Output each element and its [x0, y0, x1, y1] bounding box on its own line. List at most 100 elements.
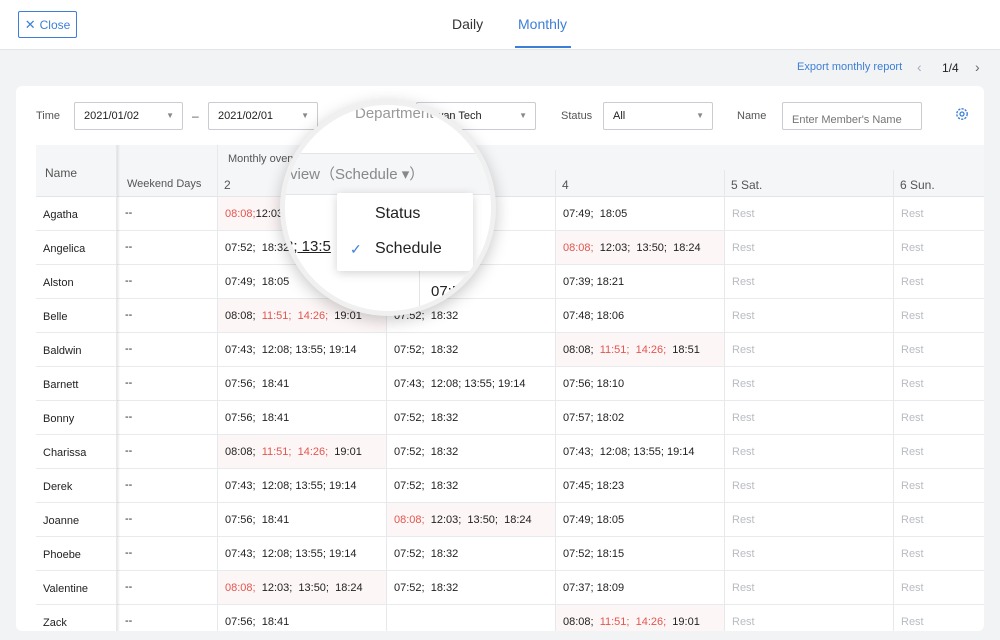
clock-times-cell[interactable]: 07:49; 18:05 [556, 197, 724, 230]
rest-day-cell[interactable]: Rest [725, 367, 893, 400]
export-monthly-report-link[interactable]: Export monthly report [797, 61, 902, 73]
clock-times-cell[interactable]: 07:56; 18:10 [556, 367, 724, 400]
table-row[interactable]: Zack -- 07:56; 18:41 08:08; 11:51; 14:26; 1… [36, 605, 984, 631]
clock-times-cell[interactable]: 07:52; 18:15 [556, 537, 724, 570]
clock-times-cell[interactable]: 07:49; 18:05 [556, 503, 724, 536]
clock-times-cell[interactable]: 08:08; 11:51; 14:26; 19:01 [556, 605, 724, 631]
clock-times-cell[interactable]: 07:52; 18:32 [387, 571, 555, 604]
rest-day-cell[interactable]: Rest [894, 367, 984, 400]
rest-day-cell[interactable]: Rest [894, 435, 984, 468]
rest-day-cell[interactable]: Rest [894, 265, 984, 298]
rest-day-cell[interactable]: Rest [894, 469, 984, 502]
rest-day-cell[interactable]: Rest [725, 265, 893, 298]
magnified-department-label: Department [355, 105, 434, 122]
clock-times-cell[interactable]: 07:52; 18:32 [387, 435, 555, 468]
rest-day-cell[interactable]: Rest [894, 537, 984, 570]
member-name: Derek [43, 481, 73, 493]
clock-time: 12:03; 13:50; 18:24 [255, 582, 363, 594]
clock-times-cell[interactable]: 07:43; 12:08; 13:55; 19:14 [218, 333, 386, 366]
member-name-input[interactable] [782, 102, 922, 130]
rest-day-cell[interactable]: Rest [894, 571, 984, 604]
magnified-row-fragment: 07:5 [431, 283, 461, 300]
clock-time: 07:52; 18:32 [394, 582, 459, 594]
clock-times-cell[interactable]: 07:52; 18:32 [387, 469, 555, 502]
clock-times-cell[interactable]: 07:45; 18:23 [556, 469, 724, 502]
rest-day-cell[interactable]: Rest [725, 537, 893, 570]
rest-day-cell[interactable]: Rest [725, 197, 893, 230]
member-name: Joanne [43, 515, 80, 527]
clock-time: 19:01 [328, 446, 362, 458]
rest-day-cell[interactable]: Rest [894, 401, 984, 434]
rest-day-cell[interactable]: Rest [725, 231, 893, 264]
overview-view-dropdown[interactable]: view（Schedule ▾） [290, 163, 424, 184]
rest-day-cell[interactable]: Rest [725, 435, 893, 468]
clock-times-cell[interactable]: 07:57; 18:02 [556, 401, 724, 434]
menu-item-label: Status [375, 205, 421, 222]
rest-day-cell[interactable]: Rest [894, 231, 984, 264]
clock-times-cell[interactable]: 07:48; 18:06 [556, 299, 724, 332]
menu-item-schedule[interactable]: ✓ Schedule [337, 232, 473, 267]
clock-time: 07:52; 18:15 [563, 548, 625, 560]
table-row[interactable]: Bonny -- 07:56; 18:41 07:52; 18:32 07:57; 18… [36, 401, 984, 435]
clock-times-cell[interactable]: 07:56; 18:41 [218, 367, 386, 400]
clock-times-cell[interactable]: 07:56; 18:41 [218, 605, 386, 631]
report-card: Time 2021/01/02 ▼ – 2021/02/01 ▼ Yiwan T… [16, 86, 984, 631]
clock-times-cell[interactable]: 07:43; 12:08; 13:55; 19:14 [387, 367, 555, 400]
rest-day-cell[interactable]: Rest [725, 299, 893, 332]
table-row[interactable]: Alston--07:49; 18:0507:52; 18:3207:39; 1… [36, 265, 984, 299]
table-row[interactable]: Angelica -- 07:52; 18:32 08:08; 12:03; 13:5… [36, 231, 984, 265]
rest-day-cell[interactable]: Rest [725, 503, 893, 536]
rest-day-cell[interactable]: Rest [894, 197, 984, 230]
chevron-right-icon[interactable]: › [975, 59, 980, 75]
clock-times-cell[interactable]: 07:43; 12:08; 13:55; 19:14 [218, 537, 386, 570]
weekend-days-value: -- [125, 547, 133, 559]
date-from-value: 2021/01/02 [84, 110, 140, 122]
clock-times-cell[interactable]: 07:56; 18:41 [218, 401, 386, 434]
table-row[interactable]: Derek -- 07:43; 12:08; 13:55; 19:14 07:52; … [36, 469, 984, 503]
rest-day-cell[interactable]: Rest [894, 605, 984, 631]
clock-times-cell[interactable]: 08:08; 12:03; 13:50; 18:24 [556, 231, 724, 264]
status-select[interactable]: All ▼ [603, 102, 713, 130]
weekend-days-value: -- [125, 309, 133, 321]
date-from-select[interactable]: 2021/01/02 ▼ [74, 102, 183, 130]
table-row[interactable]: Joanne -- 07:56; 18:41 08:08; 12:03; 13:50;… [36, 503, 984, 537]
rest-day-cell[interactable]: Rest [725, 469, 893, 502]
clock-times-cell[interactable]: 07:37; 18:09 [556, 571, 724, 604]
table-row[interactable]: Barnett -- 07:56; 18:41 07:43; 12:08; 13:55… [36, 367, 984, 401]
rest-day-cell[interactable]: Rest [725, 571, 893, 604]
rest-day-cell[interactable]: Rest [894, 299, 984, 332]
clock-times-cell[interactable]: 07:43; 12:08; 13:55; 19:14 [556, 435, 724, 468]
rest-day-cell[interactable]: Rest [894, 333, 984, 366]
clock-times-cell[interactable]: 08:08; 11:51; 14:26; 19:01 [218, 435, 386, 468]
status-label: Status [561, 110, 593, 122]
col-name-header: Name [45, 166, 78, 180]
rest-day-cell[interactable]: Rest [725, 333, 893, 366]
clock-times-cell[interactable]: 07:43; 12:08; 13:55; 19:14 [218, 469, 386, 502]
table-row[interactable]: Valentine -- 08:08; 12:03; 13:50; 18:24 07:… [36, 571, 984, 605]
clock-times-cell[interactable]: 07:52; 18:32 [387, 333, 555, 366]
clock-times-cell[interactable]: 07:52; 18:32 [387, 537, 555, 570]
chevron-left-icon[interactable]: ‹ [917, 59, 922, 75]
table-row[interactable]: Charissa -- 08:08; 11:51; 14:26; 19:01 07:5… [36, 435, 984, 469]
rest-day-cell[interactable]: Rest [894, 503, 984, 536]
tab-monthly[interactable]: Monthly [518, 16, 567, 32]
gear-icon[interactable] [954, 106, 970, 122]
table-row[interactable]: Belle -- 08:08; 11:51; 14:26; 19:01 07:52; … [36, 299, 984, 333]
clock-times-cell[interactable]: 07:39; 18:21 [556, 265, 724, 298]
rest-day-cell[interactable]: Rest [725, 605, 893, 631]
tab-daily[interactable]: Daily [452, 16, 483, 32]
member-name: Baldwin [43, 345, 82, 357]
table-row[interactable]: Phoebe -- 07:43; 12:08; 13:55; 19:14 07:52;… [36, 537, 984, 571]
clock-times-cell[interactable]: 08:08; 12:03; 13:50; 18:24 [387, 503, 555, 536]
close-button[interactable]: ✕ Close [18, 11, 77, 38]
menu-item-status[interactable]: Status [337, 197, 473, 232]
time-label: Time [36, 110, 61, 122]
table-row[interactable]: Baldwin -- 07:43; 12:08; 13:55; 19:14 07:52… [36, 333, 984, 367]
clock-times-cell[interactable]: 08:08; 12:03; 13:50; 18:24 [218, 571, 386, 604]
table-row[interactable]: Agatha--08:08;12:03;13:50;18:2407:49; 18… [36, 197, 984, 231]
clock-times-cell[interactable]: 07:56; 18:41 [218, 503, 386, 536]
clock-times-cell[interactable] [387, 605, 555, 631]
clock-times-cell[interactable]: 07:52; 18:32 [387, 401, 555, 434]
clock-times-cell[interactable]: 08:08; 11:51; 14:26; 18:51 [556, 333, 724, 366]
rest-day-cell[interactable]: Rest [725, 401, 893, 434]
